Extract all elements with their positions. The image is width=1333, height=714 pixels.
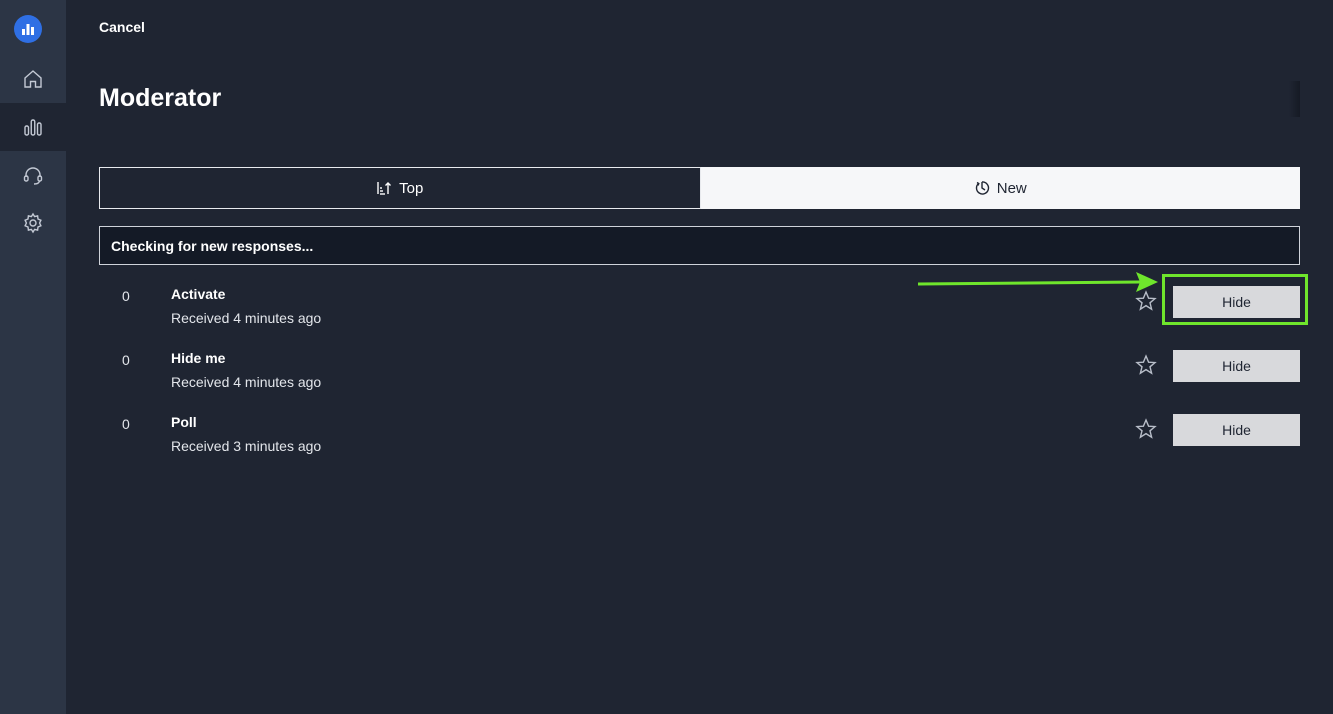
hide-button[interactable]: Hide — [1173, 414, 1300, 446]
gear-icon — [24, 212, 42, 234]
received-time: Received 3 minutes ago — [171, 438, 322, 454]
status-banner: Checking for new responses... — [99, 226, 1300, 265]
highlight-box — [1162, 274, 1308, 325]
sort-ascending-icon — [377, 182, 392, 195]
sidebar-item-home[interactable] — [0, 55, 66, 103]
clock-icon — [975, 181, 989, 195]
response-name: Poll — [171, 414, 197, 430]
sidebar — [0, 0, 66, 714]
vote-count: 0 — [122, 352, 130, 368]
tab-new[interactable]: New — [700, 167, 1300, 209]
bar-chart-icon — [24, 119, 42, 136]
list-item: 0 Hide me Received 4 minutes ago Hide — [99, 350, 1300, 406]
sidebar-item-results[interactable] — [0, 103, 66, 151]
scrollbar[interactable] — [1289, 81, 1300, 117]
page-title: Moderator — [99, 84, 222, 112]
response-name: Activate — [171, 286, 226, 302]
star-icon[interactable] — [1135, 354, 1157, 376]
tab-top-label: Top — [399, 179, 424, 197]
home-icon — [24, 70, 42, 88]
sidebar-item-support[interactable] — [0, 151, 66, 199]
response-name: Hide me — [171, 350, 226, 366]
tab-top[interactable]: Top — [99, 167, 701, 209]
vote-count: 0 — [122, 288, 130, 304]
headset-icon — [23, 167, 43, 185]
received-time: Received 4 minutes ago — [171, 374, 322, 390]
status-text: Checking for new responses... — [111, 237, 314, 254]
cancel-link[interactable]: Cancel — [99, 19, 145, 35]
sidebar-item-settings[interactable] — [0, 199, 66, 247]
star-icon[interactable] — [1135, 418, 1157, 440]
sort-tabs: Top New — [99, 167, 1300, 209]
vote-count: 0 — [122, 416, 130, 432]
list-item: 0 Poll Received 3 minutes ago Hide — [99, 414, 1300, 470]
arrow-annotation-icon — [918, 272, 1158, 292]
received-time: Received 4 minutes ago — [171, 310, 322, 326]
mentimeter-logo-icon[interactable] — [14, 15, 42, 43]
hide-button[interactable]: Hide — [1173, 350, 1300, 382]
tab-new-label: New — [996, 179, 1027, 197]
